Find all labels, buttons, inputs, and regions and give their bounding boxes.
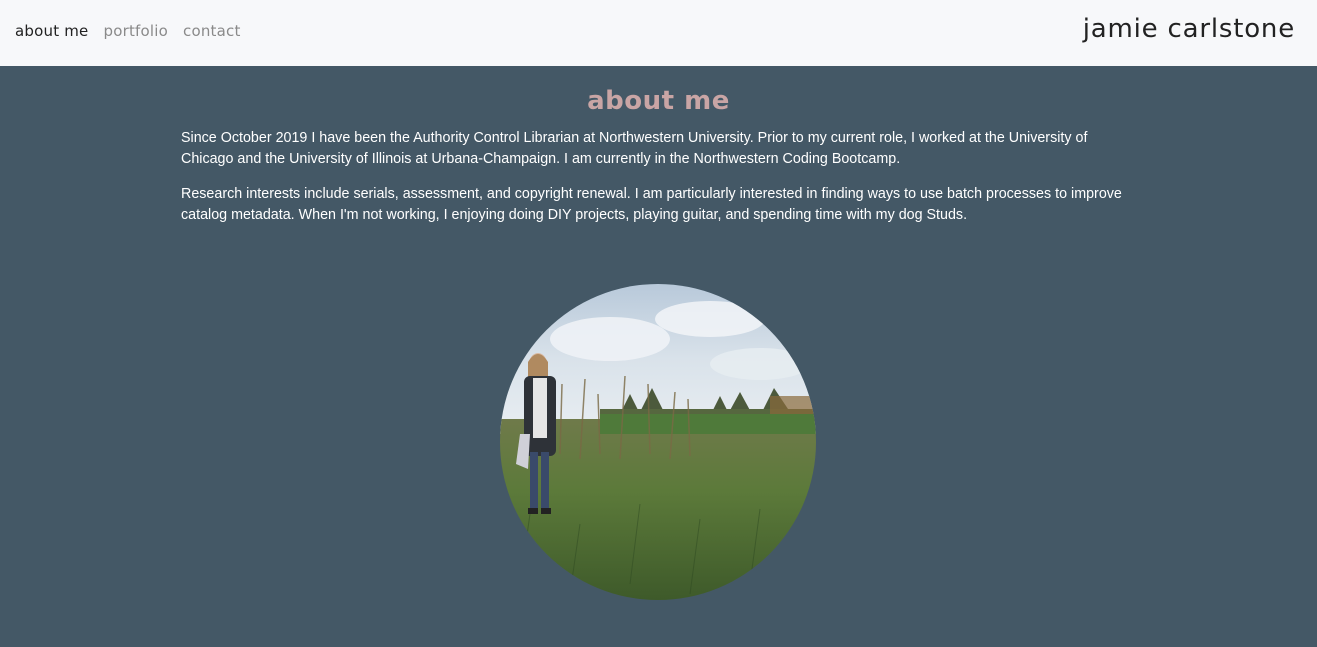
bio-text: Since October 2019 I have been the Autho… <box>181 128 1136 240</box>
profile-photo-image <box>500 284 816 600</box>
bio-paragraph: Research interests include serials, asse… <box>181 186 1122 223</box>
nav-link-portfolio[interactable]: portfolio <box>104 22 169 40</box>
bio-paragraph: Since October 2019 I have been the Autho… <box>181 130 1088 167</box>
profile-photo <box>500 284 816 600</box>
navbar: about me portfolio contact jamie carlsto… <box>0 0 1317 66</box>
nav-link-contact[interactable]: contact <box>183 22 241 40</box>
nav-link-about-me[interactable]: about me <box>15 22 89 40</box>
nav-links: about me portfolio contact <box>15 22 241 40</box>
page-title: about me <box>587 86 730 116</box>
main-content: about me Since October 2019 I have been … <box>0 66 1317 647</box>
brand-name[interactable]: jamie carlstone <box>1083 14 1295 44</box>
